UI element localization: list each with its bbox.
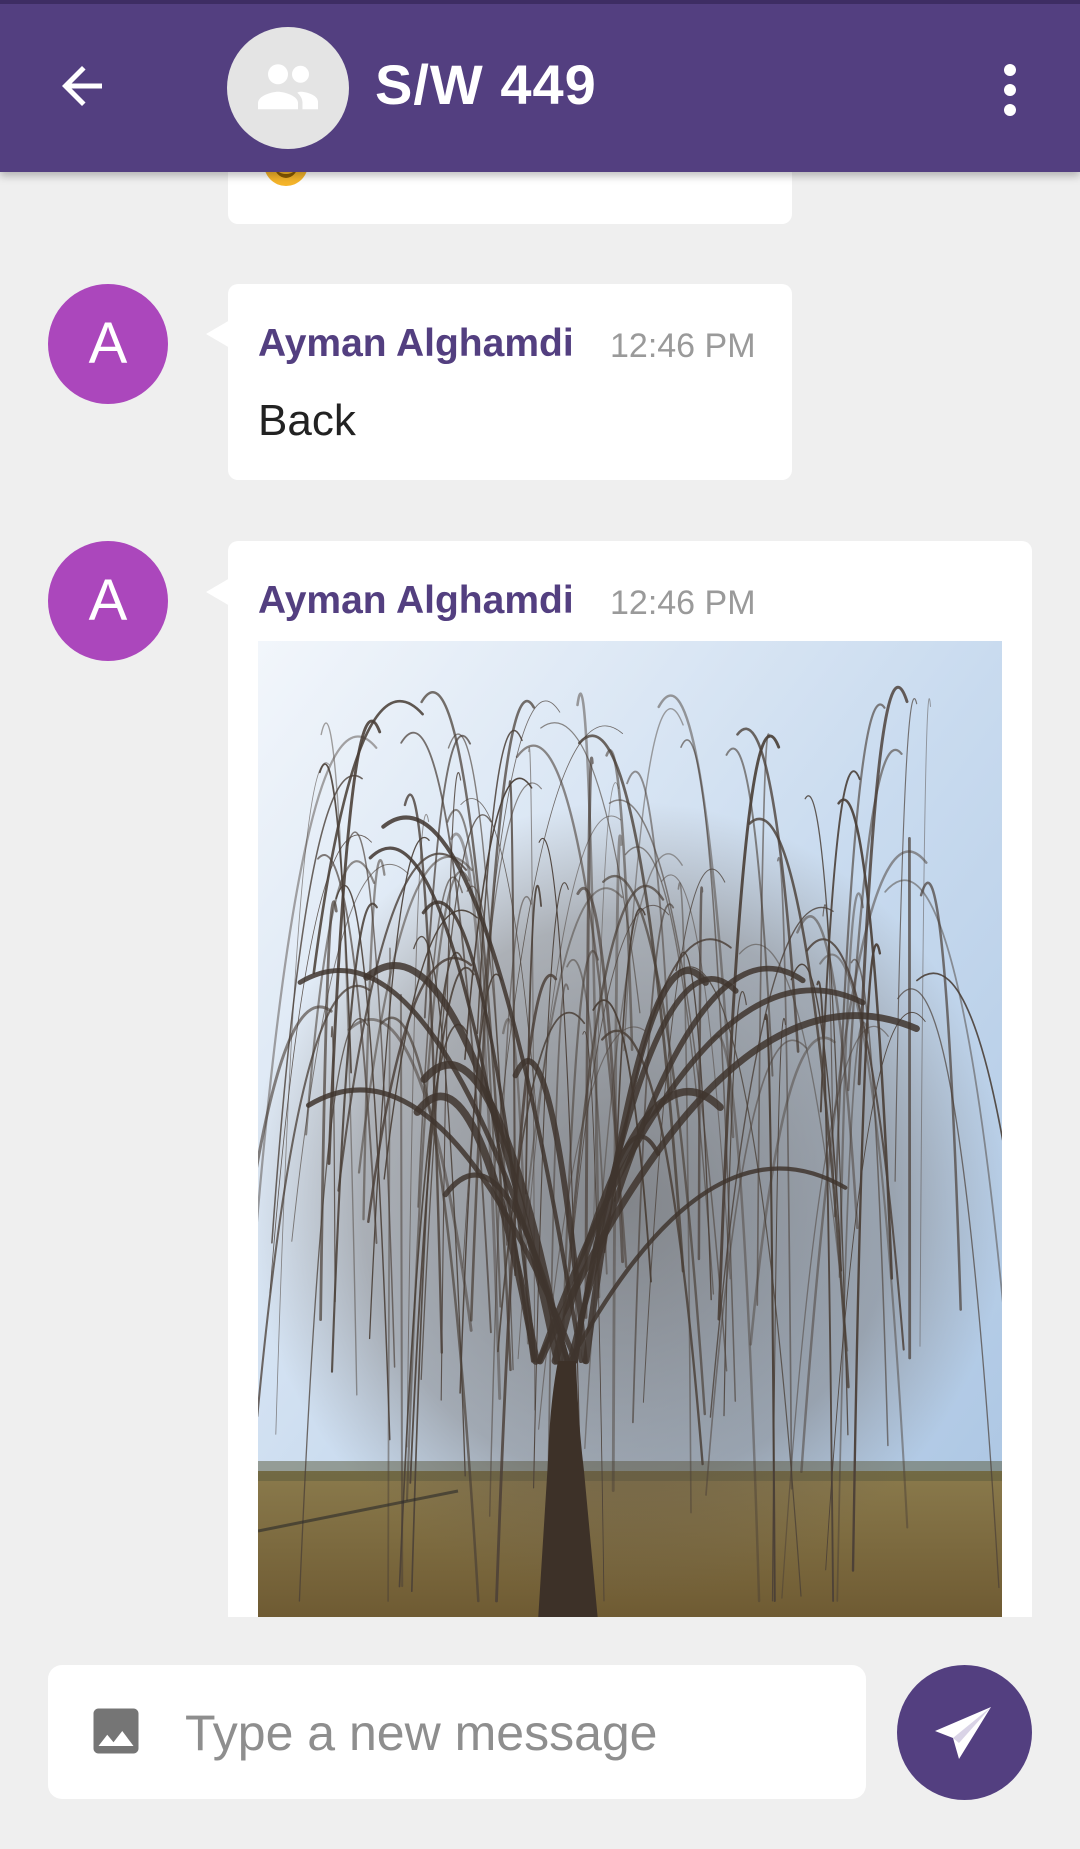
message-input[interactable] (183, 1687, 837, 1779)
more-vertical-icon (1004, 64, 1016, 116)
tree-photo-image (258, 641, 1002, 1617)
message-text: Back (258, 396, 356, 445)
message-bubble-previous[interactable] (228, 172, 792, 224)
send-button[interactable] (897, 1665, 1032, 1800)
bubble-tail (206, 578, 230, 606)
smiling-face-emoji (264, 172, 308, 186)
sender-avatar[interactable]: A (48, 541, 168, 661)
sender-name[interactable]: Ayman Alghamdi (258, 579, 574, 623)
send-icon (935, 1707, 991, 1759)
back-button[interactable] (52, 56, 112, 116)
image-icon (93, 1708, 139, 1754)
tree-branch (399, 993, 404, 1588)
message-composer (48, 1665, 866, 1799)
shared-photo[interactable] (258, 641, 1002, 1617)
message-list[interactable]: A Ayman Alghamdi 12:46 PM Back A Ayman A… (0, 172, 1080, 1617)
chat-title[interactable]: S/W 449 (375, 52, 597, 117)
sender-avatar[interactable]: A (48, 284, 168, 404)
status-strip (0, 0, 1080, 4)
message-bubble[interactable]: Ayman Alghamdi 12:46 PM Back (228, 284, 792, 480)
message-time: 12:46 PM (610, 327, 756, 365)
bubble-tail (206, 320, 230, 348)
message-time: 12:46 PM (610, 584, 756, 622)
message-bubble-image[interactable]: Ayman Alghamdi 12:46 PM (228, 541, 1032, 1617)
group-icon (258, 64, 318, 110)
app-bar: S/W 449 (0, 0, 1080, 172)
attach-image-button[interactable] (86, 1701, 146, 1761)
more-options-button[interactable] (990, 60, 1030, 120)
arrow-left-icon (62, 66, 102, 106)
group-avatar[interactable] (227, 27, 349, 149)
sender-name[interactable]: Ayman Alghamdi (258, 322, 574, 366)
